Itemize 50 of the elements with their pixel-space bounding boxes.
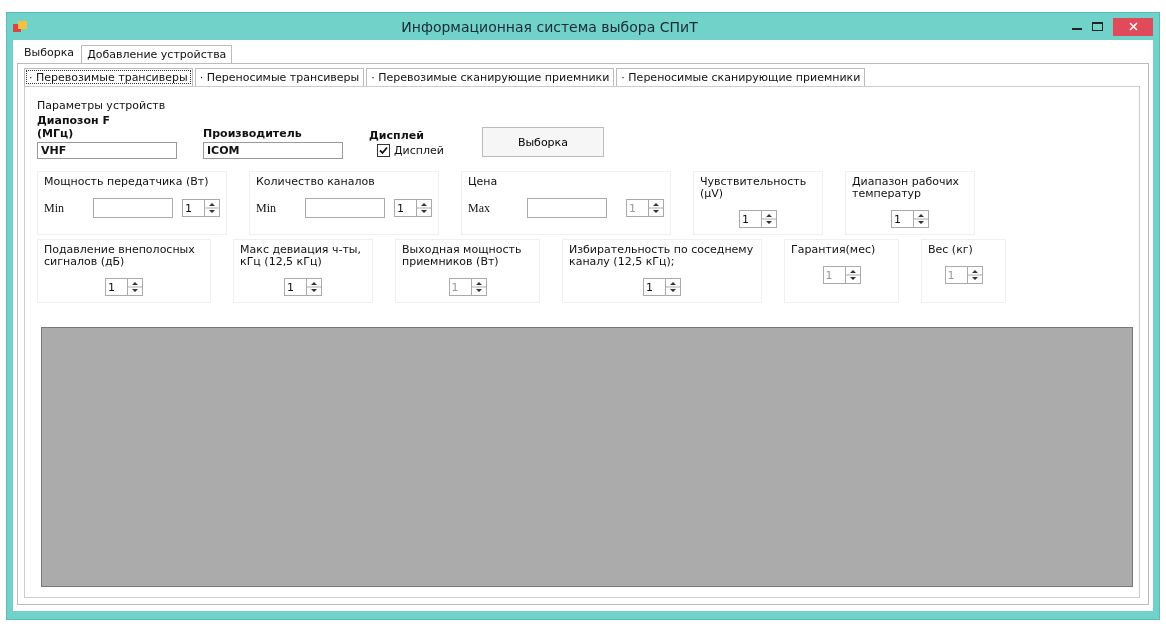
spinner-field[interactable]: 1 bbox=[739, 210, 777, 228]
close-icon bbox=[1128, 22, 1138, 31]
maximize-icon[interactable] bbox=[1092, 22, 1103, 31]
group-label: Количество каналов bbox=[256, 176, 376, 188]
text-field[interactable]: ICOM bbox=[203, 142, 343, 159]
tab[interactable]: · Перевозимые трансиверы bbox=[24, 68, 193, 86]
group-label: Диапазон рабочих температур bbox=[852, 176, 961, 200]
checkbox[interactable] bbox=[377, 144, 390, 157]
bound-label: Max bbox=[468, 200, 491, 216]
group-label: Подавление внеполосных сигналов (дБ) bbox=[44, 244, 196, 268]
group-label: Вес (кг) bbox=[928, 244, 974, 256]
spinner-field[interactable]: 1 bbox=[182, 199, 220, 217]
bound-label: Min bbox=[44, 200, 65, 216]
select-button[interactable]: Выборка bbox=[481, 127, 604, 157]
group-label: Выходная мощность приемников (Вт) bbox=[402, 244, 523, 268]
field-label: Дисплей bbox=[369, 129, 424, 142]
spin-arrows-icon[interactable] bbox=[127, 279, 142, 295]
spinner-field[interactable]: 1 bbox=[284, 278, 322, 296]
group-label: Избирательность по соседнему каналу (12,5 кГц); bbox=[569, 244, 755, 268]
section-title: Параметры устройств bbox=[37, 99, 167, 112]
tab[interactable]: · Перевозимые сканирующие приемники bbox=[366, 68, 615, 86]
spin-arrows-icon[interactable] bbox=[306, 279, 321, 295]
input-field[interactable] bbox=[527, 198, 607, 218]
input-field[interactable] bbox=[93, 198, 173, 218]
spinner-field[interactable]: 1 bbox=[394, 199, 432, 217]
window-title: Информационная система выбора СПиТ bbox=[400, 18, 699, 35]
group-label: Гарантия(мес) bbox=[791, 244, 877, 256]
checkbox-label: Дисплей bbox=[394, 144, 444, 157]
spinner-field[interactable]: 1 bbox=[891, 210, 929, 228]
tab[interactable]: Добавление устройства bbox=[81, 45, 233, 63]
group-label: Цена bbox=[468, 176, 499, 188]
group-label: Мощность передатчика (Вт) bbox=[44, 176, 210, 188]
text-field[interactable]: VHF bbox=[37, 142, 177, 159]
field-label: Производитель bbox=[203, 127, 302, 140]
tab[interactable]: · Переносимые сканирующие приемники bbox=[616, 68, 866, 86]
spinner-field[interactable]: 1 bbox=[643, 278, 681, 296]
spin-arrows-icon[interactable] bbox=[416, 200, 431, 216]
input-field[interactable] bbox=[305, 198, 385, 218]
tab[interactable]: · Переносимые трансиверы bbox=[194, 68, 365, 86]
spin-arrows-icon[interactable] bbox=[761, 211, 776, 227]
group-label: Макс девиация ч-ты, кГц (12,5 кГц) bbox=[240, 244, 362, 268]
spin-arrows-icon[interactable] bbox=[913, 211, 928, 227]
field-label: Диапозон F (МГц) bbox=[37, 114, 111, 140]
spin-arrows-icon[interactable] bbox=[665, 279, 680, 295]
app-icon bbox=[13, 20, 27, 33]
bound-label: Min bbox=[256, 200, 277, 216]
close-button[interactable] bbox=[1113, 17, 1153, 36]
spin-arrows-icon[interactable] bbox=[204, 200, 219, 216]
spinner-field[interactable]: 1 bbox=[105, 278, 143, 296]
group-label: Чувствительность (μV) bbox=[700, 176, 808, 200]
